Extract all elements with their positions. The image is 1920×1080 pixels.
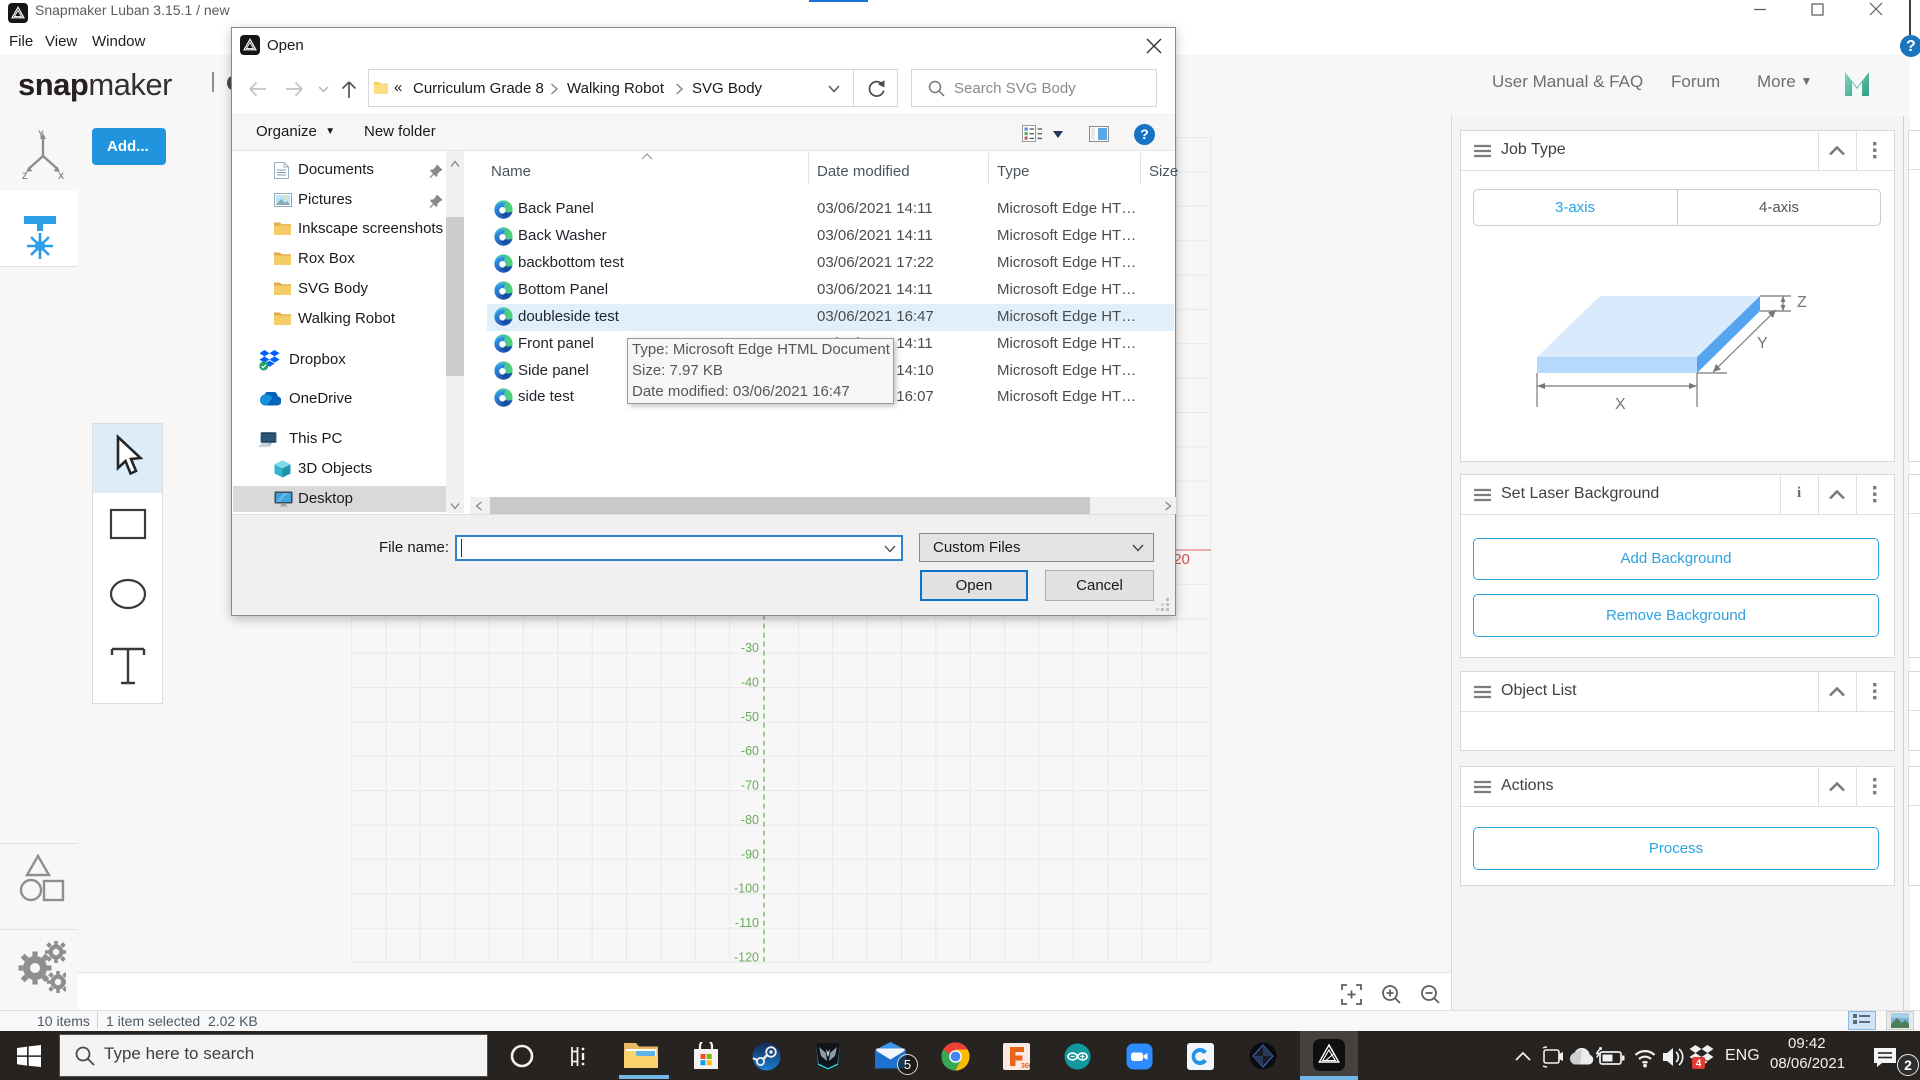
svg-text:Z: Z	[1797, 294, 1807, 311]
svg-text:Y: Y	[38, 129, 44, 139]
svg-text:-80: -80	[741, 813, 759, 827]
svg-text:-70: -70	[741, 779, 759, 793]
svg-text:-110: -110	[735, 916, 759, 930]
svg-text:X: X	[1615, 396, 1626, 413]
svg-text:-50: -50	[741, 710, 759, 724]
svg-text:-40: -40	[741, 676, 759, 690]
svg-text:X: X	[58, 171, 64, 180]
svg-text:360: 360	[1021, 1063, 1030, 1070]
svg-text:-120: -120	[734, 950, 759, 964]
svg-text:-30: -30	[741, 641, 759, 655]
svg-text:Z: Z	[22, 171, 28, 180]
svg-text:-90: -90	[741, 847, 759, 861]
svg-text:4: 4	[1696, 1059, 1702, 1070]
svg-text:-60: -60	[741, 744, 759, 758]
svg-text:-100: -100	[734, 882, 759, 896]
svg-text:Y: Y	[1757, 335, 1768, 352]
